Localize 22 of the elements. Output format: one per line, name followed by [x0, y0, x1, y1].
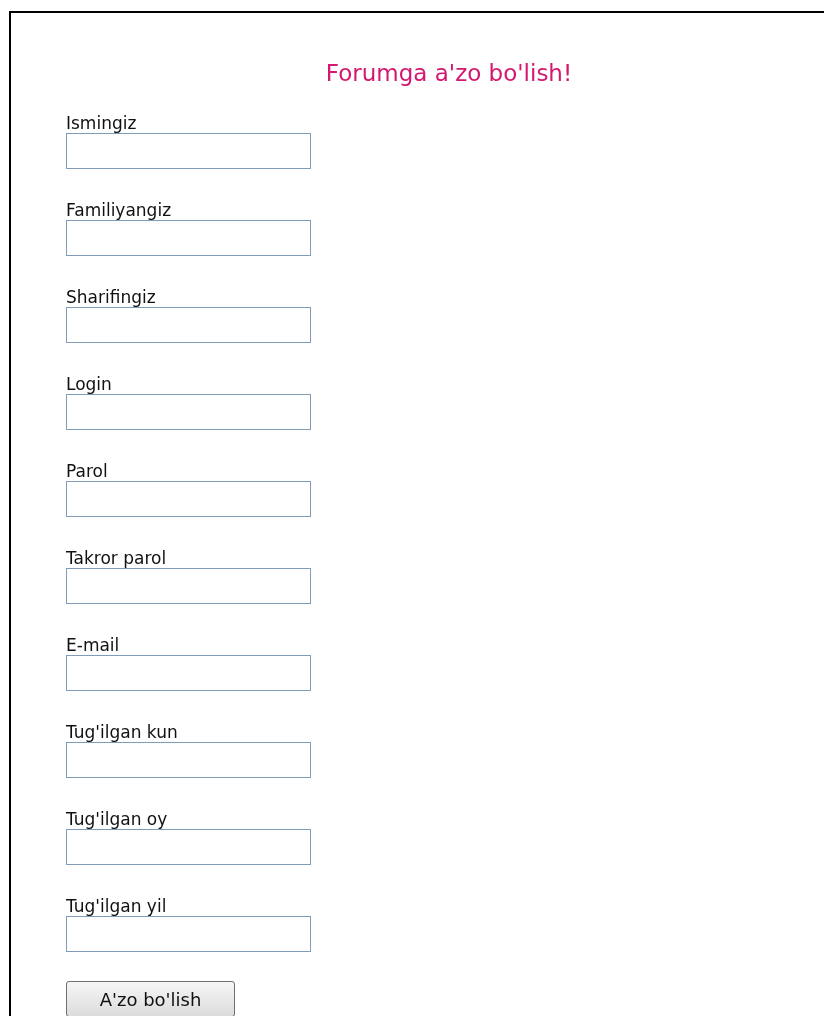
field-label: E-mail [66, 635, 121, 655]
field-label: Takror parol [66, 548, 168, 568]
input-field[interactable] [66, 568, 311, 604]
field-label: Parol [66, 461, 109, 481]
input-field[interactable] [66, 133, 311, 169]
field-label: Login [66, 374, 113, 394]
input-field[interactable] [66, 307, 311, 343]
input-field[interactable] [66, 742, 311, 778]
field-label: Ismingiz [66, 113, 138, 133]
field-label: Tug'ilgan kun [66, 722, 179, 742]
input-field[interactable] [66, 655, 311, 691]
input-field[interactable] [66, 394, 311, 430]
field-label: Tug'ilgan oy [66, 809, 169, 829]
input-field[interactable] [66, 829, 311, 865]
input-field[interactable] [66, 481, 311, 517]
form-title: Forumga a'zo bo'lish! [324, 59, 574, 88]
field-label: Tug'ilgan yil [66, 896, 168, 916]
submit-button[interactable]: A'zo bo'lish [66, 981, 235, 1016]
input-field[interactable] [66, 916, 311, 952]
input-field[interactable] [66, 220, 311, 256]
field-label: Familiyangiz [66, 200, 173, 220]
field-label: Sharifingiz [66, 287, 157, 307]
